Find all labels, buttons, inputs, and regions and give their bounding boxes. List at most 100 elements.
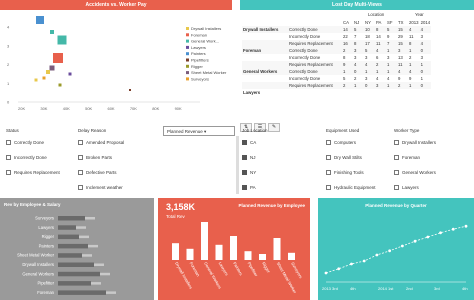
panel-rev-by-employee: Rev by Employee & Salary Surveyors Lawyer… xyxy=(0,198,154,300)
col-header: 2014 xyxy=(420,20,431,25)
checkbox[interactable] xyxy=(394,185,399,190)
line-point[interactable] xyxy=(350,262,353,266)
table-cell: 1 xyxy=(387,48,390,53)
table-cell: 1 xyxy=(343,69,346,74)
revenue-bar[interactable] xyxy=(215,244,223,260)
bar[interactable] xyxy=(58,243,88,249)
line-point[interactable] xyxy=(337,267,341,271)
filter-option[interactable]: Broken Parts xyxy=(78,151,112,164)
revenue-bar[interactable] xyxy=(201,222,208,260)
revenue-bar[interactable] xyxy=(259,254,266,260)
line-point[interactable] xyxy=(426,235,430,239)
scatter-point[interactable] xyxy=(50,30,54,34)
filter-option[interactable]: Requires Replacement xyxy=(6,166,60,179)
filter-option[interactable]: Dry Wall Stilts xyxy=(326,151,362,164)
revenue-bar[interactable] xyxy=(288,252,295,260)
checkbox[interactable] xyxy=(78,185,83,190)
filter-option[interactable]: Amended Proposal xyxy=(78,136,124,149)
bar[interactable] xyxy=(58,290,106,295)
line-point[interactable] xyxy=(388,249,392,253)
scatter-point[interactable] xyxy=(36,16,44,24)
line-point[interactable] xyxy=(439,231,442,235)
checkbox[interactable] xyxy=(78,140,83,145)
checkbox[interactable] xyxy=(242,140,247,145)
revenue-bar[interactable] xyxy=(172,243,179,260)
checkbox[interactable] xyxy=(6,155,11,160)
line-point[interactable] xyxy=(375,253,379,257)
scatter-point[interactable] xyxy=(58,83,62,87)
filter-option[interactable]: Hydraulic Equipment xyxy=(326,181,376,194)
bar[interactable] xyxy=(58,225,76,230)
checkbox[interactable] xyxy=(326,185,331,190)
checkbox[interactable] xyxy=(326,140,331,145)
filter-option[interactable]: General Workers xyxy=(394,166,436,179)
filter-option[interactable]: Foreman xyxy=(394,151,420,164)
revenue-bar[interactable] xyxy=(273,238,281,260)
checkbox[interactable] xyxy=(78,170,83,175)
line-point[interactable] xyxy=(324,271,328,275)
filter-option[interactable]: Lawyers xyxy=(394,181,419,194)
table-cell: 2 xyxy=(398,83,401,88)
revenue-bar[interactable] xyxy=(230,236,237,260)
scatter-point[interactable] xyxy=(49,65,55,71)
filter-option-label: Amended Proposal xyxy=(86,139,125,145)
checkbox[interactable] xyxy=(326,155,331,160)
filter-option[interactable]: NY xyxy=(242,166,256,179)
checkbox[interactable] xyxy=(394,170,399,175)
group-label xyxy=(242,61,288,68)
line-point[interactable] xyxy=(362,259,366,263)
bar[interactable] xyxy=(58,216,85,221)
filter-option[interactable]: Finishing Tools xyxy=(326,166,364,179)
table-cell: 4 xyxy=(387,76,390,81)
scatter-point[interactable] xyxy=(53,53,63,63)
bar[interactable] xyxy=(58,234,79,240)
bar-label: Sheet Metal Worker xyxy=(17,253,55,258)
table-cell: 2 xyxy=(409,55,412,60)
table-cell: 8 xyxy=(409,41,412,46)
checkbox[interactable] xyxy=(6,170,11,175)
line-point[interactable] xyxy=(464,224,468,228)
scatter-point[interactable] xyxy=(57,35,67,45)
x-tick-label: 30K xyxy=(40,106,47,111)
filter-option[interactable]: NJ xyxy=(242,151,256,164)
line-point[interactable] xyxy=(413,239,417,243)
table-cell: 3 xyxy=(354,48,357,53)
table-cell: 9 xyxy=(398,76,401,81)
filter-option[interactable]: Defective Parts xyxy=(78,166,117,179)
filter-option[interactable]: PA xyxy=(242,181,256,194)
revenue-bar[interactable] xyxy=(186,248,194,260)
checkbox[interactable] xyxy=(394,155,399,160)
scatter-point[interactable] xyxy=(42,76,46,80)
bar[interactable] xyxy=(58,253,82,258)
scatter-point[interactable] xyxy=(129,89,131,91)
filter-option[interactable]: Computers xyxy=(326,136,356,149)
checkbox[interactable] xyxy=(242,170,247,175)
planned-revenue-select[interactable]: Planned Revenue ▾ xyxy=(163,126,235,136)
bar[interactable] xyxy=(58,271,100,277)
filter-option[interactable]: CA xyxy=(242,136,256,149)
line-point[interactable] xyxy=(400,244,404,248)
bar-label: Lawyers xyxy=(38,225,54,230)
revenue-bar[interactable] xyxy=(244,251,252,260)
checkbox[interactable] xyxy=(326,170,331,175)
bar[interactable] xyxy=(58,281,91,286)
checkbox[interactable] xyxy=(242,155,247,160)
legend-swatch xyxy=(186,64,189,68)
filter-option[interactable]: Drywall Installers xyxy=(394,136,436,149)
table-cell: 15 xyxy=(398,27,403,32)
checkbox[interactable] xyxy=(78,155,83,160)
filter-option[interactable]: Correctly Done xyxy=(6,136,44,149)
filter-option[interactable]: Incorrectly Done xyxy=(6,151,47,164)
bar-extension xyxy=(106,291,116,294)
filter-option-label: CA xyxy=(250,139,257,145)
bar[interactable] xyxy=(58,262,94,268)
scatter-point[interactable] xyxy=(46,70,50,74)
checkbox[interactable] xyxy=(242,185,247,190)
filter-option[interactable]: Inclement weather xyxy=(78,181,123,194)
scrollbar[interactable] xyxy=(236,136,239,194)
checkbox[interactable] xyxy=(394,140,399,145)
scatter-point[interactable] xyxy=(68,72,72,76)
scatter-point[interactable] xyxy=(34,78,38,82)
checkbox[interactable] xyxy=(6,140,11,145)
line-point[interactable] xyxy=(451,227,455,231)
